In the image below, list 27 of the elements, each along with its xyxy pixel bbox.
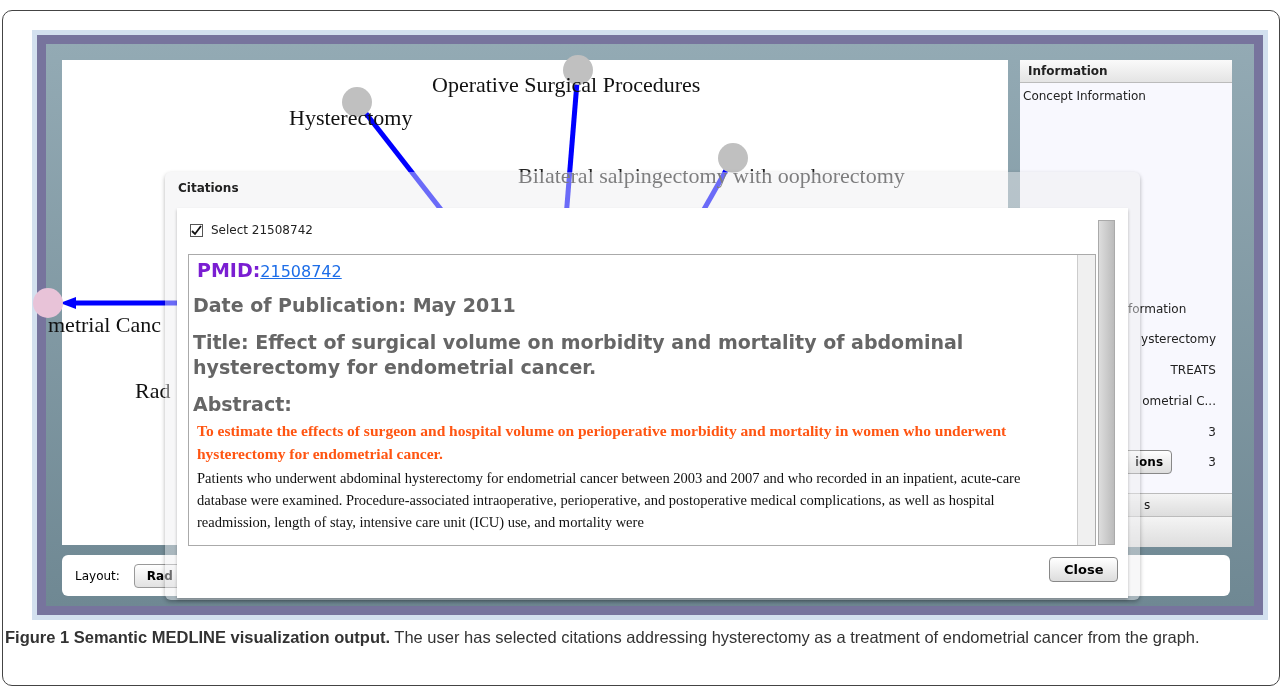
scrollbar[interactable] (1077, 255, 1095, 545)
abstract-objective: To estimate the effects of surgeon and hospital volume on perioperative morbidity and mortality in women who underwent hysterectomy for endometrial cancer. (197, 421, 1008, 464)
node-label: Operative Surgical Procedures (432, 72, 701, 98)
scrollbar[interactable] (1098, 220, 1115, 545)
abstract-methods: Patients who underwent abdominal hysterectomy for endometrial cancer between 2003 and 2007 and who recorded in an inpatient, acute-care database were examined. Procedure-associated intraoperative, perioperative, and postoperative medical complications, as well as hospital readmission, length of stay, intensive care unit (ICU) use, and mortality were (197, 469, 1022, 532)
panel-header: Information (1020, 60, 1232, 83)
info-value: TREATS (1170, 362, 1216, 377)
info-value: formation (1128, 302, 1187, 316)
node-label: Rad (135, 378, 171, 404)
select-checkbox[interactable] (190, 223, 203, 237)
info-value: ysterectomy (1141, 331, 1216, 346)
pmid-label: PMID: (197, 259, 261, 281)
info-value: 3 (1208, 455, 1216, 469)
pmid-link[interactable]: 21508742 (260, 262, 342, 281)
checkbox-label: Select 21508742 (211, 223, 313, 237)
section-label: Concept Information (1022, 88, 1147, 105)
info-value: ometrial C... (1142, 393, 1216, 408)
layout-label: Layout: (75, 568, 120, 583)
node-label: metrial Canc (48, 312, 161, 338)
dialog-title: Citations (178, 181, 239, 195)
publication-date: Date of Publication: May 2011 (193, 293, 517, 318)
close-button[interactable]: Close (1049, 557, 1119, 582)
graph-node[interactable] (33, 288, 63, 318)
info-value: 3 (1208, 424, 1216, 439)
abstract-heading: Abstract: (193, 392, 293, 417)
article-title: Title: Effect of surgical volume on morbidity and mortality of abdominal hysterectomy for endometrial cancer. (193, 330, 965, 380)
figure-caption: Figure 1 Semantic MEDLINE visualization output. The user has selected citations addressing hysterectomy as a treatment of endometrial cancer from the graph. (5, 627, 1201, 648)
